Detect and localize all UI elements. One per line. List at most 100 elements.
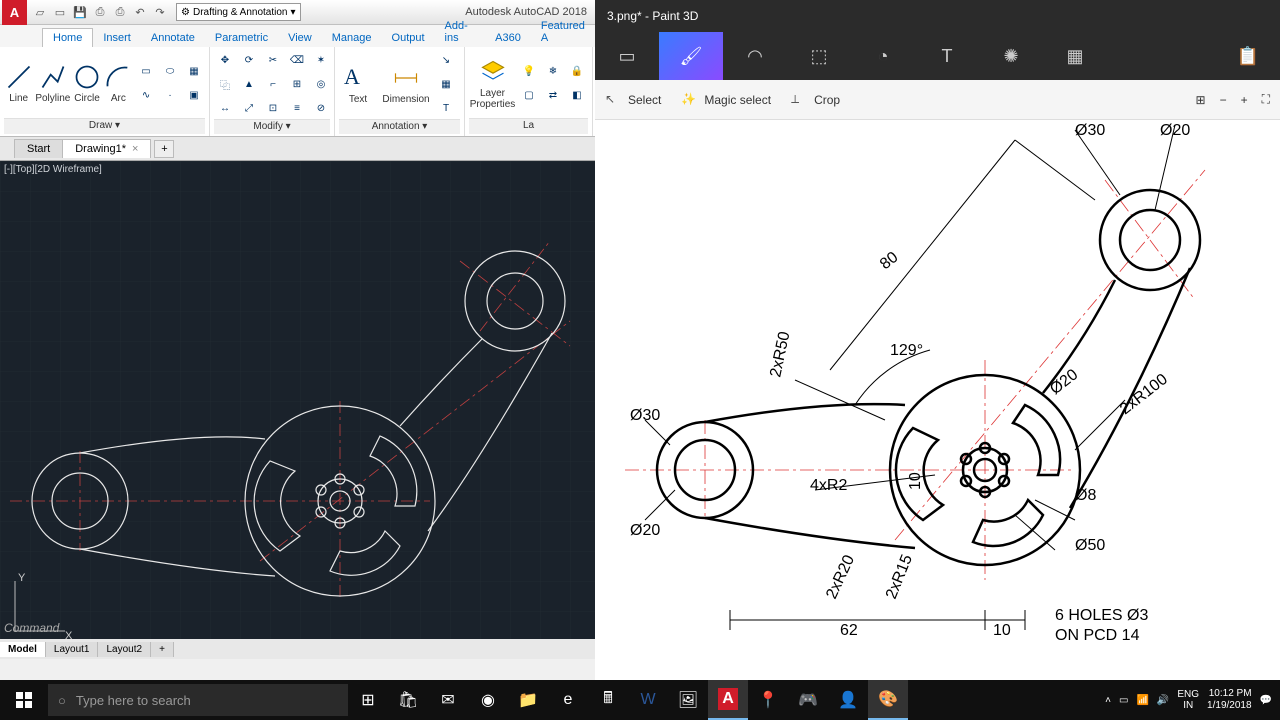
tab-annotate[interactable]: Annotate bbox=[141, 29, 205, 47]
tool-hatch[interactable]: ▦ bbox=[183, 61, 205, 83]
panel-modify-label[interactable]: Modify ▾ bbox=[214, 119, 330, 134]
saveas-icon[interactable]: ⎙ bbox=[91, 3, 109, 21]
start-button[interactable] bbox=[0, 680, 48, 720]
tool-mirror[interactable]: ▲ bbox=[238, 73, 260, 95]
layout-add[interactable]: + bbox=[151, 642, 174, 657]
tray-notifications-icon[interactable]: 💬 bbox=[1260, 695, 1272, 706]
open-icon[interactable]: ▭ bbox=[51, 3, 69, 21]
paint3d-canvas[interactable]: 62 10 80 129° Ø30 Ø20 Ø30 Ø20 2xR50 4xR2… bbox=[595, 120, 1280, 680]
tool-marquee-icon[interactable]: ▭ bbox=[595, 32, 659, 80]
layout-1[interactable]: Layout1 bbox=[46, 642, 99, 657]
panel-annotation-label[interactable]: Annotation ▾ bbox=[339, 119, 460, 134]
print-icon[interactable]: ⎙ bbox=[111, 3, 129, 21]
tab-featured[interactable]: Featured A bbox=[531, 17, 595, 47]
taskbar-app-photos[interactable]: 🖼 bbox=[668, 680, 708, 720]
layer-freeze-icon[interactable]: ❄ bbox=[542, 61, 564, 83]
task-view-icon[interactable]: ⊞ bbox=[348, 680, 388, 720]
layout-model[interactable]: Model bbox=[0, 642, 46, 657]
file-tab-start[interactable]: Start bbox=[14, 139, 63, 158]
tool-scale[interactable]: ⤢ bbox=[238, 97, 260, 119]
close-icon[interactable]: × bbox=[132, 143, 138, 155]
tool-break[interactable]: ⊘ bbox=[310, 97, 332, 119]
layer-match-icon[interactable]: ⇄ bbox=[542, 85, 564, 107]
tool-sticker-icon[interactable]: ◔ bbox=[851, 32, 915, 80]
file-tab-drawing1[interactable]: Drawing1* × bbox=[62, 139, 151, 158]
taskbar-app-word[interactable]: W bbox=[628, 680, 668, 720]
tray-language[interactable]: ENG IN bbox=[1177, 689, 1199, 711]
tool-arc[interactable]: Arc bbox=[104, 63, 133, 104]
tray-chevron-icon[interactable]: ˄ bbox=[1105, 695, 1111, 706]
tool-line[interactable]: Line bbox=[4, 63, 33, 104]
taskbar-app-maps[interactable]: 📍 bbox=[748, 680, 788, 720]
undo-icon[interactable]: ↶ bbox=[131, 3, 149, 21]
tool-spline[interactable]: ∿ bbox=[135, 85, 157, 107]
tray-volume-icon[interactable]: 🔊 bbox=[1157, 695, 1169, 706]
taskbar-app-misc2[interactable]: 👤 bbox=[828, 680, 868, 720]
taskbar-app-autocad[interactable]: A bbox=[708, 680, 748, 720]
tab-view[interactable]: View bbox=[278, 29, 322, 47]
taskbar-app-mail[interactable]: ✉ bbox=[428, 680, 468, 720]
tray-battery-icon[interactable]: ▭ bbox=[1119, 695, 1128, 706]
fit-icon[interactable]: ⛶ bbox=[1262, 92, 1270, 107]
tool-rotate[interactable]: ⟳ bbox=[238, 49, 260, 71]
grid-icon[interactable]: ⊞ bbox=[1196, 93, 1206, 107]
tool-brush-icon[interactable]: 🖌 bbox=[659, 32, 723, 80]
tray-clock[interactable]: 10:12 PM 1/19/2018 bbox=[1207, 688, 1252, 712]
autocad-logo-icon[interactable]: A bbox=[2, 0, 27, 25]
taskbar-app-explorer[interactable]: 📁 bbox=[508, 680, 548, 720]
tool-arrayp[interactable]: ⊡ bbox=[262, 97, 284, 119]
tool-explode[interactable]: ✶ bbox=[310, 49, 332, 71]
tool-array[interactable]: ⊞ bbox=[286, 73, 308, 95]
tool-mtext[interactable]: T bbox=[435, 97, 457, 119]
tool-text[interactable]: A Text bbox=[339, 64, 377, 105]
tool-copy[interactable]: ⿻ bbox=[214, 73, 236, 95]
new-tab-button[interactable]: + bbox=[154, 140, 174, 158]
tool-offset[interactable]: ◎ bbox=[310, 73, 332, 95]
tool-polyline[interactable]: Polyline bbox=[35, 63, 70, 104]
command-line[interactable]: Command bbox=[4, 621, 59, 635]
tool-2d-icon[interactable]: ◠ bbox=[723, 32, 787, 80]
tool-effects-icon[interactable]: ✺ bbox=[979, 32, 1043, 80]
tool-table[interactable]: ▦ bbox=[435, 73, 457, 95]
layer-color-icon[interactable]: ▢ bbox=[518, 85, 540, 107]
tool-move[interactable]: ✥ bbox=[214, 49, 236, 71]
tab-insert[interactable]: Insert bbox=[93, 29, 141, 47]
tool-point[interactable]: · bbox=[159, 85, 181, 107]
tab-parametric[interactable]: Parametric bbox=[205, 29, 278, 47]
tool-region[interactable]: ▣ bbox=[183, 85, 205, 107]
new-icon[interactable]: ▱ bbox=[31, 3, 49, 21]
zoom-in-icon[interactable]: + bbox=[1241, 93, 1248, 107]
zoom-out-icon[interactable]: − bbox=[1220, 93, 1227, 107]
tab-addins[interactable]: Add-ins bbox=[435, 17, 486, 47]
tool-trim[interactable]: ✂ bbox=[262, 49, 284, 71]
panel-layers-label[interactable]: La bbox=[469, 118, 588, 134]
tab-a360[interactable]: A360 bbox=[485, 29, 531, 47]
tool-paste-icon[interactable]: 📋 bbox=[1216, 32, 1280, 80]
tool-leader[interactable]: ↘ bbox=[435, 49, 457, 71]
tray-wifi-icon[interactable]: 📶 bbox=[1136, 695, 1148, 706]
tab-home[interactable]: Home bbox=[42, 28, 93, 47]
tool-circle[interactable]: Circle bbox=[72, 63, 101, 104]
taskbar-app-calc[interactable]: 🖩 bbox=[588, 680, 628, 720]
taskbar-app-edge[interactable]: e bbox=[548, 680, 588, 720]
save-icon[interactable]: 💾 bbox=[71, 3, 89, 21]
layer-lock-icon[interactable]: 🔒 bbox=[566, 61, 588, 83]
panel-draw-label[interactable]: Draw ▾ bbox=[4, 118, 205, 134]
taskbar-search[interactable]: ○ Type here to search bbox=[48, 684, 348, 716]
sub-select[interactable]: ↖Select bbox=[605, 92, 661, 108]
tool-rectangle[interactable]: ▭ bbox=[135, 61, 157, 83]
tool-text-icon[interactable]: T bbox=[915, 32, 979, 80]
taskbar-app-paint3d[interactable]: 🎨 bbox=[868, 680, 908, 720]
tab-manage[interactable]: Manage bbox=[322, 29, 382, 47]
tool-stretch[interactable]: ↔ bbox=[214, 97, 236, 119]
tool-dimension[interactable]: Dimension bbox=[379, 64, 433, 105]
tool-erase[interactable]: ⌫ bbox=[286, 49, 308, 71]
drawing-viewport[interactable]: [-][Top][2D Wireframe] bbox=[0, 161, 595, 659]
sub-crop[interactable]: ⟂Crop bbox=[791, 92, 840, 108]
tab-output[interactable]: Output bbox=[382, 29, 435, 47]
layout-2[interactable]: Layout2 bbox=[98, 642, 151, 657]
tool-align[interactable]: ≡ bbox=[286, 97, 308, 119]
workspace-dropdown[interactable]: ⚙ Drafting & Annotation ▾ bbox=[176, 3, 301, 21]
tool-fillet[interactable]: ⌐ bbox=[262, 73, 284, 95]
layer-iso-icon[interactable]: ◧ bbox=[566, 85, 588, 107]
